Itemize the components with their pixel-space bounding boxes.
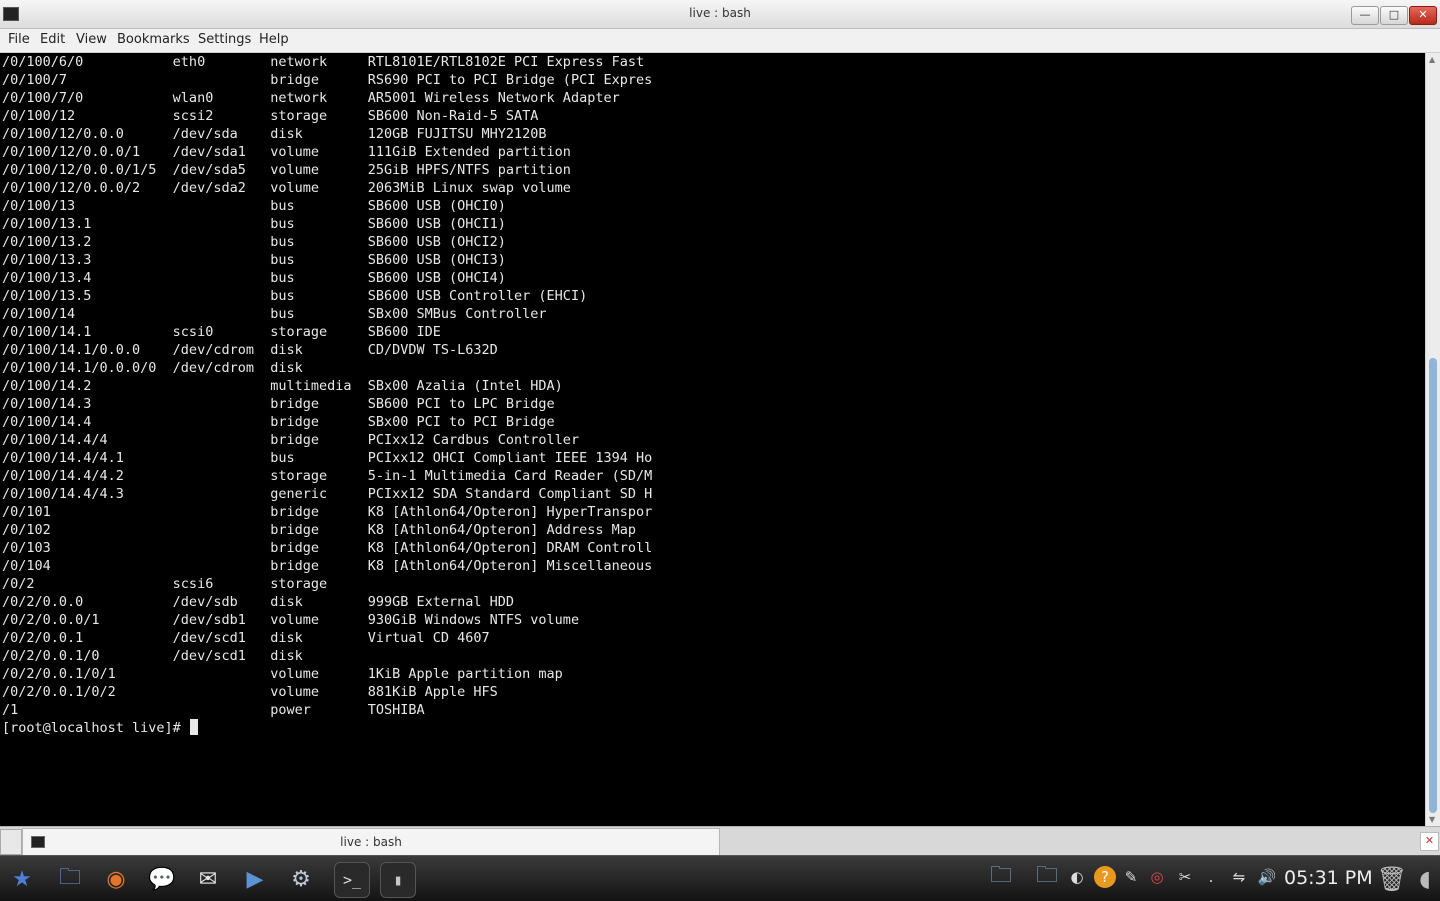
maximize-button[interactable]: □ (1380, 6, 1408, 25)
terminal-line: /0/100/6/0 eth0 network RTL8101E/RTL8102… (2, 54, 645, 70)
dot-tray-icon[interactable]: . (1200, 866, 1222, 888)
notes-tray-icon[interactable]: ✎ (1120, 866, 1142, 888)
tab-live-bash[interactable]: live : bash (22, 828, 720, 855)
terminal-line: /0/100/12/0.0.0/1/5 /dev/sda5 volume 25G… (2, 162, 571, 178)
chat-icon[interactable]: 💬 (145, 862, 179, 896)
kde-menu-icon[interactable]: ★ (5, 862, 39, 896)
terminal-task-icon[interactable]: >_ (334, 862, 370, 898)
terminal-line: /0/101 bridge K8 [Athlon64/Opteron] Hype… (2, 504, 653, 520)
scissors-tray-icon[interactable]: ✂ (1174, 866, 1196, 888)
window-titlebar[interactable]: live : bash — □ ✕ (0, 0, 1440, 29)
terminal-line: /0/100/14.1 scsi0 storage SB600 IDE (2, 324, 441, 340)
terminal-line: /0/100/14.4/4 bridge PCIxx12 Cardbus Con… (2, 432, 580, 448)
menu-bookmarks[interactable]: Bookmarks (117, 32, 190, 47)
terminal-line: /0/104 bridge K8 [Athlon64/Opteron] Misc… (2, 558, 653, 574)
terminal-line: /0/100/13.2 bus SB600 USB (OHCI2) (2, 234, 506, 250)
terminal-line: /0/100/13.5 bus SB600 USB Controller (EH… (2, 288, 588, 304)
mail-icon[interactable]: ✉ (191, 862, 225, 896)
terminal-line: /0/102 bridge K8 [Athlon64/Opteron] Addr… (2, 522, 636, 538)
terminal-line: /1 power TOSHIBA (2, 702, 425, 718)
lifebuoy-tray-icon[interactable]: ◎ (1146, 866, 1168, 888)
menu-edit[interactable]: Edit (40, 32, 65, 47)
desktop-toggle-icon[interactable]: ◖ (1412, 862, 1438, 896)
terminal-line: /0/2/0.0.1/0/1 volume 1KiB Apple partiti… (2, 666, 563, 682)
terminal-line: /0/100/14.2 multimedia SBx00 Azalia (Int… (2, 378, 563, 394)
terminal-output[interactable]: /0/100/6/0 eth0 network RTL8101E/RTL8102… (0, 53, 1425, 826)
terminal-line: /0/100/12/0.0.0 /dev/sda disk 120GB FUJI… (2, 126, 547, 142)
terminal-line: /0/2/0.0.1/0 /dev/scd1 disk (2, 648, 303, 664)
clock[interactable]: 05:31 PM (1284, 867, 1373, 889)
media-player-icon[interactable]: ▶ (238, 862, 272, 896)
help-tray-icon[interactable]: ? (1094, 866, 1116, 888)
terminal-line: /0/103 bridge K8 [Athlon64/Opteron] DRAM… (2, 540, 653, 556)
menu-view[interactable]: View (76, 32, 107, 47)
file-manager-icon[interactable]: 🗀 (53, 862, 87, 896)
terminal-line: /0/100/14.4/4.1 bus PCIxx12 OHCI Complia… (2, 450, 653, 466)
volume-tray-icon[interactable]: 🔊 (1256, 866, 1278, 888)
text-cursor (189, 719, 198, 735)
terminal-line: /0/100/12 scsi2 storage SB600 Non-Raid-5… (2, 108, 539, 124)
folder2-tray-icon[interactable]: 🗀 (1029, 863, 1065, 888)
scroll-down-arrow-icon[interactable]: ▼ (1429, 815, 1435, 824)
terminal-line: /0/100/14.3 bridge SB600 PCI to LPC Brid… (2, 396, 555, 412)
terminal-line: /0/100/7 bridge RS690 PCI to PCI Bridge … (2, 72, 653, 88)
tab-label: live : bash (340, 835, 402, 849)
terminal-line: /0/2/0.0.0 /dev/sdb disk 999GB External … (2, 594, 515, 610)
taskbar: ★ 🗀 ◉ 💬 ✉ ▶ ⚙ >_ ▮ 🗀 🗀 ◐? ✎ ◎ ✂. ⇋ 🔊 05:31 PM 🗑 ◖ (0, 855, 1440, 901)
terminal-line: /0/100/12/0.0.0/1 /dev/sda1 volume 111Gi… (2, 144, 571, 160)
session-tab-bar: live : bash ✕ (0, 826, 1440, 856)
new-tab-button[interactable] (0, 829, 22, 855)
terminal-line: /0/2/0.0.0/1 /dev/sdb1 volume 930GiB Win… (2, 612, 580, 628)
terminal-line: /0/100/13.4 bus SB600 USB (OHCI4) (2, 270, 506, 286)
terminal-scrollbar[interactable]: ▲ ▼ (1425, 53, 1440, 826)
terminal-line: /0/2 scsi6 storage (2, 576, 328, 592)
terminal-line: /0/100/14.4 bridge SBx00 PCI to PCI Brid… (2, 414, 555, 430)
firefox-icon[interactable]: ◉ (99, 862, 133, 896)
close-tab-button[interactable]: ✕ (1420, 832, 1439, 851)
terminal-line: /0/100/14 bus SBx00 SMBus Controller (2, 306, 547, 322)
network-tray-icon[interactable]: ⇋ (1228, 866, 1250, 888)
terminal-line: /0/100/14.1/0.0.0 /dev/cdrom disk CD/DVD… (2, 342, 498, 358)
terminal-line: /0/100/12/0.0.0/2 /dev/sda2 volume 2063M… (2, 180, 571, 196)
terminal-line: /0/100/13.3 bus SB600 USB (OHCI3) (2, 252, 506, 268)
usb-device-task-icon[interactable]: ▮ (380, 862, 416, 898)
terminal-line: /0/100/14.1/0.0.0/0 /dev/cdrom disk (2, 360, 303, 376)
prompt-text: [root@localhost live]# (2, 720, 189, 736)
update-tray-icon[interactable]: ◐ (1066, 866, 1088, 888)
menu-bar: File Edit View Bookmarks Settings Help (0, 29, 1440, 53)
menu-file[interactable]: File (8, 32, 30, 47)
trash-icon[interactable]: 🗑 (1375, 862, 1409, 896)
terminal-line: /0/2/0.0.1 /dev/scd1 disk Virtual CD 460… (2, 630, 490, 646)
terminal-line: /0/100/14.4/4.3 generic PCIxx12 SDA Stan… (2, 486, 653, 502)
scrollbar-thumb[interactable] (1429, 358, 1437, 813)
terminal-line: /0/100/7/0 wlan0 network AR5001 Wireless… (2, 90, 620, 106)
terminal-line: /0/100/14.4/4.2 storage 5-in-1 Multimedi… (2, 468, 653, 484)
scroll-up-arrow-icon[interactable]: ▲ (1429, 55, 1435, 64)
window-title: live : bash (689, 6, 751, 20)
minimize-button[interactable]: — (1351, 6, 1379, 25)
terminal-line: /0/2/0.0.1/0/2 volume 881KiB Apple HFS (2, 684, 498, 700)
terminal-line: /0/100/13 bus SB600 USB (OHCI0) (2, 198, 506, 214)
shell-prompt[interactable]: [root@localhost live]# (2, 719, 198, 737)
menu-help[interactable]: Help (259, 32, 289, 47)
terminal-line: /0/100/13.1 bus SB600 USB (OHCI1) (2, 216, 506, 232)
system-settings-icon[interactable]: ⚙ (284, 862, 318, 896)
close-button[interactable]: ✕ (1409, 6, 1437, 25)
folder-tray-icon[interactable]: 🗀 (983, 863, 1019, 888)
menu-settings[interactable]: Settings (198, 32, 251, 47)
